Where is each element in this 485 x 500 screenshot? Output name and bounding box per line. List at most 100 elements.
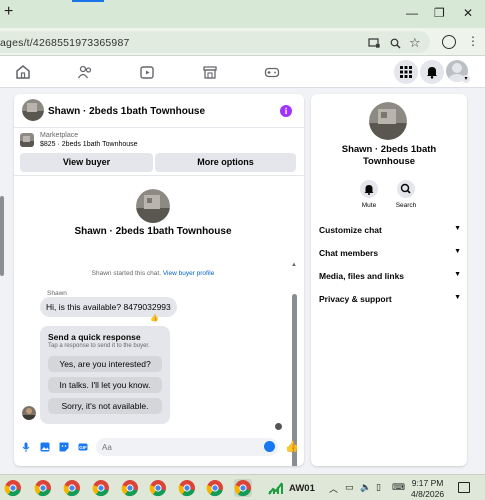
quick-response-subtitle: Tap a response to send it to the buyer. — [48, 343, 150, 349]
sticker-icon[interactable] — [59, 442, 69, 452]
chat-title[interactable]: Shawn · 2beds 1bath Townhouse — [48, 106, 205, 117]
bell-icon — [364, 185, 374, 195]
privacy-support-label: Privacy & support — [319, 294, 392, 304]
media-files-links-item[interactable]: Media, files and links ▼ — [319, 271, 461, 285]
chat-members-label: Chat members — [319, 248, 379, 258]
details-avatar — [369, 102, 407, 140]
marketplace-icon[interactable] — [202, 64, 218, 80]
bell-icon — [427, 67, 437, 79]
left-scroll-stub — [0, 196, 4, 276]
stock-chart-icon[interactable] — [268, 481, 284, 495]
view-buyer-profile-link[interactable]: View buyer profile — [163, 270, 215, 277]
mute-label: Mute — [361, 202, 377, 209]
facebook-nav: ▾ — [0, 56, 485, 88]
photo-icon[interactable] — [40, 442, 50, 452]
privacy-support-item[interactable]: Privacy & support ▼ — [319, 294, 461, 308]
chrome-icon[interactable] — [149, 479, 167, 497]
search-label: Search — [395, 202, 417, 209]
menu-grid-button[interactable] — [394, 60, 418, 84]
url-text[interactable]: ages/t/4268551973365987 — [0, 37, 130, 49]
restore-button[interactable]: ❐ — [434, 6, 445, 20]
install-app-icon[interactable] — [368, 38, 380, 52]
listing-avatar[interactable] — [22, 99, 44, 121]
conversation-details-panel: Shawn · 2beds 1bath Townhouse Mute Searc… — [311, 94, 467, 466]
chevron-down-icon: ▼ — [454, 294, 461, 301]
chrome-icon[interactable] — [92, 479, 110, 497]
battery-icon[interactable]: ▯ — [376, 482, 381, 493]
chrome-icon[interactable] — [4, 479, 22, 497]
chrome-icon[interactable] — [63, 479, 81, 497]
chevron-down-icon: ▼ — [454, 248, 461, 255]
listing-price: $825 · 2beds 1bath Townhouse — [40, 141, 138, 148]
grid-icon — [400, 66, 412, 78]
chevron-down-icon: ▼ — [454, 225, 461, 232]
browser-titlebar: + — ❐ ✕ — [0, 0, 485, 28]
notifications-button[interactable] — [420, 60, 444, 84]
windows-taskbar: AW01 ︿ ▭ 🔈 ▯ ⌨ 9:17 PM 4/8/2026 — [0, 474, 485, 500]
conversation-name: Shawn · 2beds 1bath Townhouse — [74, 226, 232, 237]
view-buyer-button[interactable]: View buyer — [20, 153, 153, 172]
media-files-links-label: Media, files and links — [319, 271, 405, 281]
chrome-icon[interactable] — [206, 479, 224, 497]
more-options-button[interactable]: More options — [155, 153, 296, 172]
bookmark-star-icon[interactable]: ☆ — [409, 35, 421, 51]
mute-button[interactable] — [360, 180, 378, 198]
notification-center-icon[interactable] — [458, 482, 470, 493]
speaker-icon[interactable]: 🔈 — [360, 482, 371, 493]
chat-panel: Shawn · 2beds 1bath Townhouse i Marketpl… — [14, 94, 304, 466]
marketplace-bar: Marketplace $825 · 2beds 1bath Townhouse… — [14, 128, 304, 176]
taskbar-clock[interactable]: 9:17 PM 4/8/2026 — [411, 478, 444, 500]
info-icon[interactable]: i — [280, 105, 292, 117]
details-name: Shawn · 2beds 1bath Townhouse — [341, 144, 437, 167]
scroll-up-arrow-icon[interactable]: ▲ — [291, 262, 297, 268]
network-icon[interactable]: ▭ — [345, 482, 354, 493]
home-icon[interactable] — [15, 64, 31, 80]
conversation-avatar — [136, 189, 170, 223]
browser-menu-button[interactable]: ⋮ — [467, 34, 479, 48]
thumbs-up-reaction-icon: 👍 — [150, 315, 159, 322]
tray-chevron-up-icon[interactable]: ︿ — [329, 482, 338, 495]
started-text: Shawn started this chat. — [91, 270, 161, 277]
quick-response-in-talks[interactable]: In talks. I'll let you know. — [48, 377, 162, 393]
emoji-icon[interactable] — [264, 441, 275, 452]
chevron-down-icon: ▼ — [454, 271, 461, 278]
chrome-icon[interactable] — [178, 479, 196, 497]
chrome-icon[interactable] — [121, 479, 139, 497]
svg-text:GIF: GIF — [79, 445, 87, 450]
quick-response-title: Send a quick response — [48, 332, 141, 342]
microphone-icon[interactable] — [21, 442, 31, 452]
language-icon[interactable]: ⌨ — [392, 482, 405, 493]
sender-avatar — [22, 406, 36, 420]
clock-date: 4/8/2026 — [411, 489, 445, 499]
gaming-icon[interactable] — [264, 64, 280, 80]
chrome-icon[interactable] — [34, 479, 52, 497]
chat-members-item[interactable]: Chat members ▼ — [319, 248, 461, 262]
close-window-button[interactable]: ✕ — [463, 6, 473, 20]
message-input[interactable] — [96, 438, 278, 456]
gif-icon[interactable]: GIF — [78, 442, 88, 452]
listing-thumbnail[interactable] — [20, 133, 34, 147]
zoom-icon[interactable] — [390, 38, 401, 52]
minimize-button[interactable]: — — [406, 6, 418, 20]
like-icon[interactable]: 👍 — [285, 440, 299, 453]
message-composer: GIF 👍 — [14, 428, 304, 466]
marketplace-label: Marketplace — [40, 132, 79, 139]
quick-response-yes[interactable]: Yes, are you interested? — [48, 356, 162, 372]
watch-icon[interactable] — [139, 64, 155, 80]
taskbar-app-label[interactable]: AW01 — [289, 483, 315, 494]
sender-name: Shawn — [47, 290, 67, 297]
search-button[interactable] — [397, 180, 415, 198]
quick-response-card: Send a quick response Tap a response to … — [40, 326, 170, 424]
profile-icon[interactable] — [442, 35, 456, 49]
friends-icon[interactable] — [77, 64, 93, 80]
quick-response-not-available[interactable]: Sorry, it's not available. — [48, 398, 162, 414]
conversation-area: Shawn · 2beds 1bath Townhouse Shawn star… — [14, 176, 304, 466]
customize-chat-item[interactable]: Customize chat ▼ — [319, 225, 461, 239]
url-box[interactable]: ages/t/4268551973365987 ☆ — [0, 31, 430, 53]
search-icon — [400, 183, 411, 194]
chrome-icon-active[interactable] — [234, 479, 252, 497]
customize-chat-label: Customize chat — [319, 225, 382, 235]
account-chevron-icon[interactable]: ▾ — [462, 75, 470, 83]
chat-header: Shawn · 2beds 1bath Townhouse i — [14, 94, 304, 128]
new-tab-button[interactable]: + — [4, 3, 13, 21]
